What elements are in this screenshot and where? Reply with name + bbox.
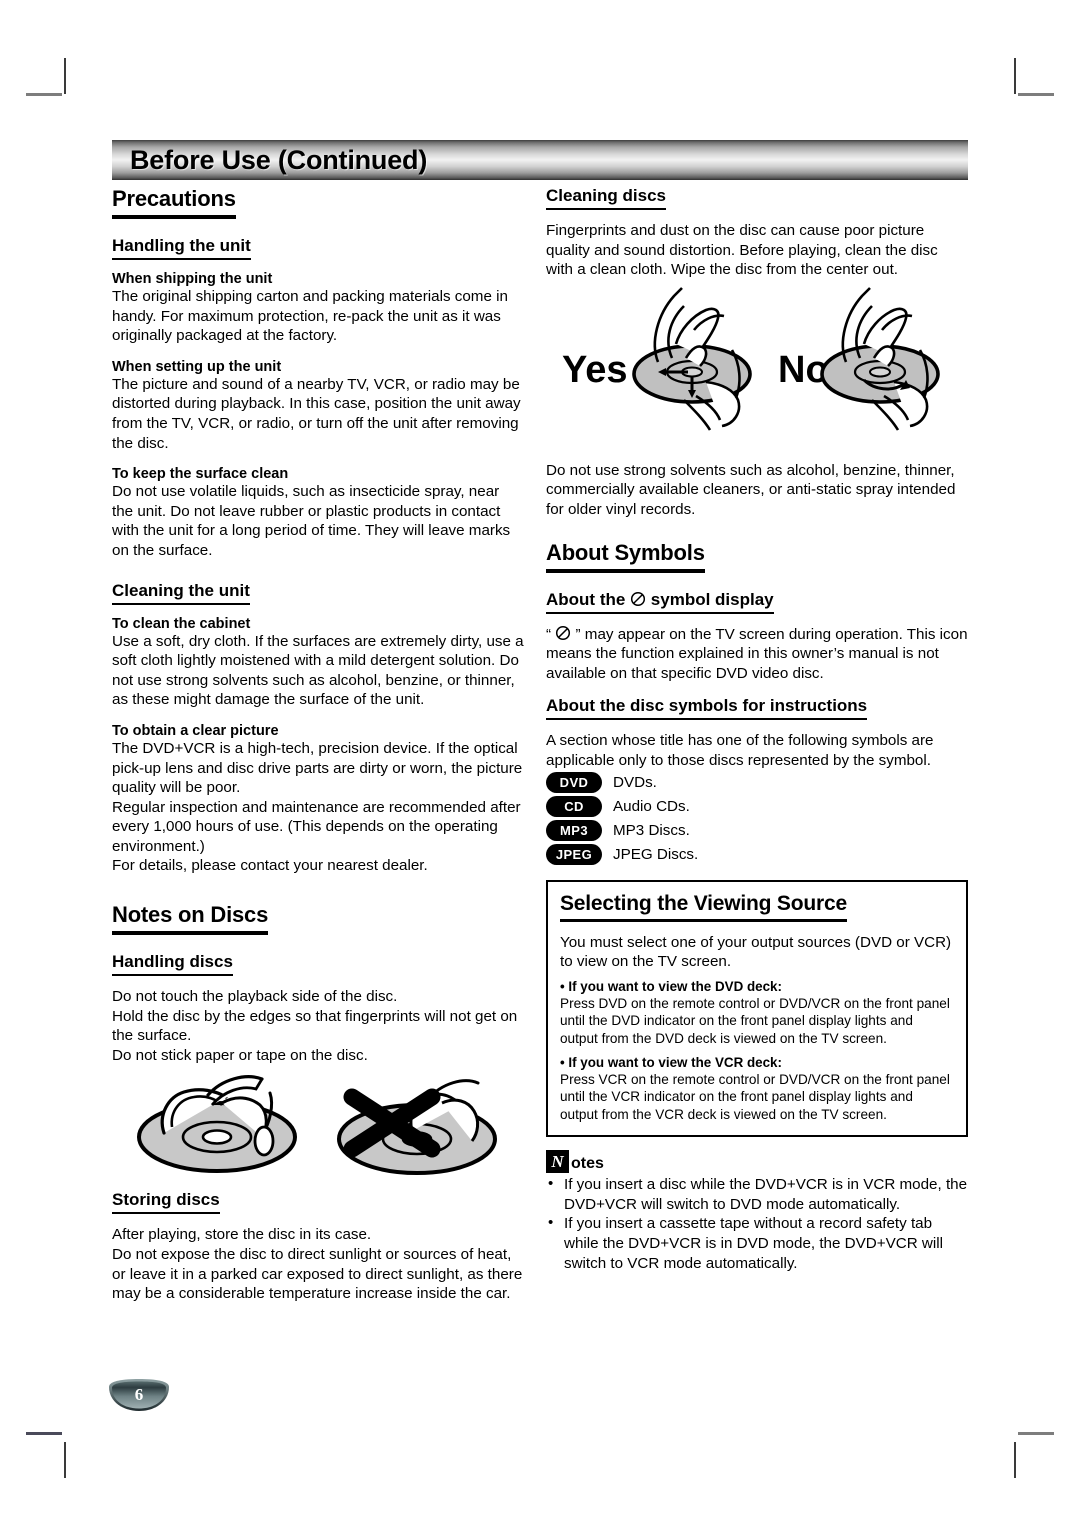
jpeg-badge-label: JPEG Discs. (613, 846, 699, 864)
symbol-display-body-suffix: ” may appear on the TV screen during ope… (546, 625, 968, 682)
view-vcr-deck-body: Press VCR on the remote control or DVD/V… (560, 1071, 950, 1122)
symbol-display-heading-suffix: symbol display (650, 589, 774, 609)
to-keep-the-surface-clean-body: Do not use volatile liquids, such as ins… (112, 483, 511, 559)
wipe-circular-wrong-icon (820, 286, 940, 431)
disc-touched-wrong-crossed-icon (337, 1079, 497, 1176)
cd-badge: CD (546, 796, 602, 818)
page-title: Before Use (Continued) (130, 144, 428, 175)
crop-mark-bottom-right-horizontal (1018, 1432, 1054, 1435)
right-column: Cleaning discs Fingerprints and dust on … (546, 186, 968, 1304)
symbol-display-heading-prefix: About the (546, 589, 626, 609)
selecting-viewing-source-intro: You must select one of your output sourc… (560, 933, 952, 971)
when-shipping-the-unit-title: When shipping the unit (112, 271, 273, 287)
page-number-badge: 6 (109, 1379, 169, 1411)
storing-discs-heading: Storing discs (112, 1190, 220, 1215)
disc-wiping-yes-no-illustration: Yes No (562, 286, 940, 431)
symbol-display-body: “ ” may appear on the TV screen during o… (546, 625, 968, 684)
dvd-badge-label: DVDs. (613, 774, 657, 792)
crop-mark-top-left-horizontal (26, 93, 62, 96)
notes-list-item: If you insert a cassette tape without a … (546, 1213, 968, 1273)
disc-symbol-row-mp3: MP3 MP3 Discs. (546, 819, 968, 843)
manual-page: Before Use (Continued) Precautions Handl… (112, 140, 968, 1400)
crop-mark-top-right-vertical (1014, 58, 1016, 94)
crop-mark-bottom-left-vertical (64, 1442, 66, 1478)
section-precautions: Precautions (112, 186, 524, 223)
crop-mark-bottom-left-horizontal (26, 1432, 62, 1435)
disc-symbol-row-cd: CD Audio CDs. (546, 795, 968, 819)
to-keep-the-surface-clean-title: To keep the surface clean (112, 466, 289, 483)
notes-list: If you insert a disc while the DVD+VCR i… (546, 1174, 968, 1273)
to-obtain-a-clear-picture-title: To obtain a clear picture (112, 722, 279, 739)
notes-list-item: If you insert a disc while the DVD+VCR i… (546, 1174, 968, 1214)
symbol-display-body-prefix: “ (546, 625, 552, 643)
selecting-viewing-source-box: Selecting the Viewing Source You must se… (546, 879, 968, 1138)
page-number-text: 6 (135, 1385, 144, 1404)
handling-discs-heading: Handling discs (112, 952, 233, 977)
disc-handling-illustration (137, 1075, 497, 1176)
to-clean-the-cabinet-body: Use a soft, dry cloth. If the surfaces a… (112, 632, 524, 709)
cleaning-discs-heading: Cleaning discs (546, 186, 666, 210)
crop-mark-top-right-horizontal (1018, 93, 1054, 96)
hand-holding-disc-correct-icon (137, 1075, 297, 1174)
when-setting-up-the-unit-title: When setting up the unit (112, 358, 282, 375)
no-function-circle-slash-icon-inline (556, 625, 571, 640)
view-vcr-deck-bullet: • If you want to view the VCR deck: (560, 1054, 782, 1070)
crop-mark-bottom-right-vertical (1014, 1442, 1016, 1478)
cleaning-discs-body: Fingerprints and dust on the disc can ca… (546, 222, 938, 279)
precautions-heading: Precautions (112, 186, 236, 219)
notes-on-discs-heading: Notes on Discs (112, 902, 268, 936)
left-column: Precautions Handling the unit When shipp… (112, 186, 524, 1304)
notes-block: N otes If you insert a disc while the DV… (546, 1150, 968, 1273)
page-header-bar: Before Use (Continued) (112, 140, 968, 180)
symbol-display-heading: About the symbol display (546, 590, 774, 614)
dvd-badge: DVD (546, 772, 602, 794)
notes-heading-rest: otes (571, 1155, 604, 1173)
cleaning-the-unit-heading: Cleaning the unit (112, 581, 250, 605)
wipe-center-out-correct-icon (632, 286, 752, 431)
cleaning-discs-footer: Do not use strong solvents such as alcoh… (546, 461, 956, 518)
no-function-circle-slash-icon (631, 591, 646, 606)
view-dvd-deck-bullet: • If you want to view the DVD deck: (560, 978, 782, 994)
disc-symbol-row-jpeg: JPEG JPEG Discs. (546, 843, 968, 867)
two-column-layout: Precautions Handling the unit When shipp… (112, 186, 968, 1304)
mp3-badge: MP3 (546, 820, 602, 842)
selecting-viewing-source-heading: Selecting the Viewing Source (560, 892, 847, 922)
to-obtain-a-clear-picture-body: The DVD+VCR is a high-tech, precision de… (112, 739, 523, 875)
disc-symbols-heading: About the disc symbols for instructions (546, 696, 868, 721)
disc-symbols-intro: A section whose title has one of the fol… (546, 732, 934, 769)
jpeg-badge: JPEG (546, 844, 602, 866)
yes-label: Yes (562, 349, 628, 391)
cd-badge-label: Audio CDs. (613, 798, 690, 816)
about-symbols-heading: About Symbols (546, 540, 705, 573)
when-shipping-the-unit-body: The original shipping carton and packing… (112, 288, 508, 345)
crop-mark-top-left-vertical (64, 58, 66, 94)
disc-symbol-row-dvd: DVD DVDs. (546, 771, 968, 795)
handling-the-unit-heading: Handling the unit (112, 236, 251, 260)
notes-n-icon: N (546, 1150, 569, 1174)
view-dvd-deck-body: Press DVD on the remote control or DVD/V… (560, 995, 950, 1046)
when-setting-up-the-unit-body: The picture and sound of a nearby TV, VC… (112, 375, 521, 452)
to-clean-the-cabinet-title: To clean the cabinet (112, 615, 251, 632)
storing-discs-body: After playing, store the disc in its cas… (112, 1226, 523, 1303)
mp3-badge-label: MP3 Discs. (613, 822, 690, 840)
handling-discs-body: Do not touch the playback side of the di… (112, 988, 518, 1064)
notes-heading: N otes (546, 1150, 968, 1174)
